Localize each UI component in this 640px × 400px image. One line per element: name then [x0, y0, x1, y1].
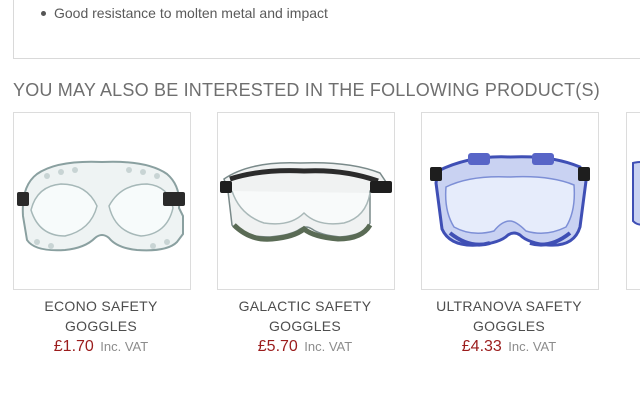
bullet-text: Good resistance to molten metal and impa… [54, 5, 328, 21]
vat-label: Inc. VAT [304, 339, 353, 354]
product-name[interactable]: ULTRANOVA SAFETY GOGGLES [421, 296, 597, 336]
vat-label: Inc. VAT [508, 339, 557, 354]
clear-goggles-icon [17, 160, 185, 252]
price-row: £4.33 Inc. VAT [421, 338, 597, 356]
product-card-econo[interactable]: ECONO SAFETY GOGGLES £1.70 Inc. VAT [13, 112, 191, 356]
product-price: £4.33 [461, 338, 502, 355]
product-image-frame[interactable] [421, 112, 599, 290]
vat-label: Inc. VAT [100, 339, 149, 354]
description-bullet: Good resistance to molten metal and impa… [41, 4, 328, 22]
blue-goggles-icon [430, 153, 590, 247]
product-image-frame[interactable] [13, 112, 191, 290]
product-card-galactic[interactable]: GALACTIC SAFETY GOGGLES £5.70 Inc. VAT [217, 112, 395, 356]
related-products-heading: YOU MAY ALSO BE INTERESTED IN THE FOLLOW… [13, 80, 600, 100]
description-list: Good resistance to molten metal and impa… [41, 4, 328, 22]
product-price: £5.70 [257, 338, 298, 355]
product-card-ultranova[interactable]: ULTRANOVA SAFETY GOGGLES £4.33 Inc. VAT [421, 112, 599, 356]
price-row: £5.70 Inc. VAT [217, 338, 393, 356]
product-name[interactable]: GALACTIC SAFETY GOGGLES [217, 296, 393, 336]
product-image-frame[interactable] [217, 112, 395, 290]
product-name[interactable]: ECONO SAFETY GOGGLES [13, 296, 189, 336]
bullet-icon [41, 11, 46, 16]
product-description-box: Good resistance to molten metal and impa… [13, 0, 640, 59]
partial-goggles-icon [632, 161, 640, 226]
product-price: £1.70 [53, 338, 94, 355]
price-row: £1.70 Inc. VAT [13, 338, 189, 356]
galactic-goggles-icon [220, 161, 392, 242]
product-card-partial[interactable] [626, 112, 640, 290]
